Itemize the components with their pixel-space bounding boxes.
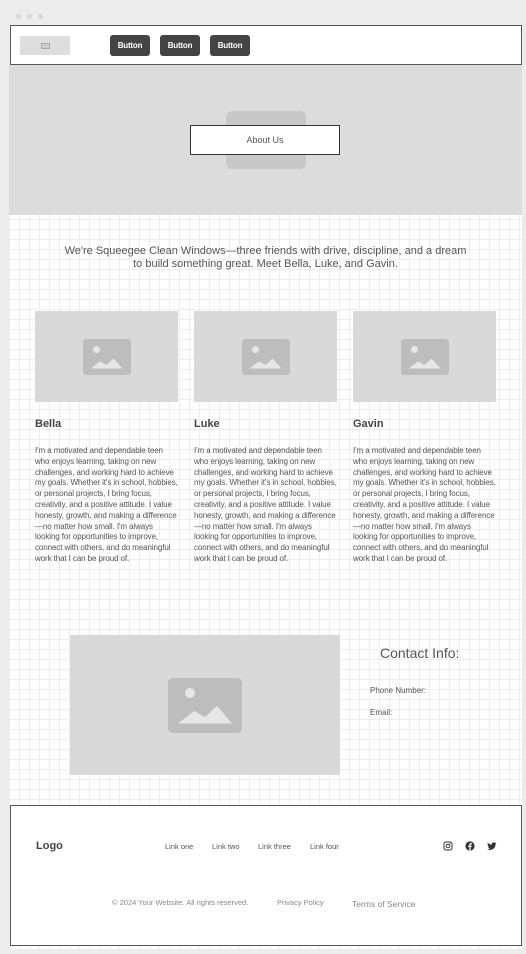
image-icon [241, 338, 290, 375]
phone-label: Phone Number: [370, 686, 427, 695]
instagram-icon[interactable] [443, 841, 453, 851]
nav-button-2[interactable]: Button [160, 35, 200, 56]
hero-section: About Us [9, 65, 522, 215]
team-card-luke: Luke I'm a motivated and dependable teen… [194, 311, 337, 565]
window-chrome [9, 9, 522, 25]
team-photo-placeholder [194, 311, 337, 402]
navbar: Button Button Button [10, 25, 522, 65]
terms-of-service-link[interactable]: Terms of Service [352, 899, 415, 909]
footer-logo[interactable]: Logo [36, 840, 63, 852]
contact-title: Contact Info: [380, 645, 460, 661]
image-icon [40, 42, 50, 49]
image-icon [168, 677, 242, 733]
twitter-icon[interactable] [487, 841, 497, 851]
team-member-name: Bella [35, 418, 62, 430]
image-icon [82, 338, 131, 375]
facebook-icon[interactable] [465, 841, 475, 851]
footer-link-two[interactable]: Link two [212, 842, 240, 851]
team-member-name: Gavin [353, 418, 384, 430]
logo-placeholder[interactable] [20, 36, 70, 55]
team-photo-placeholder [353, 311, 496, 402]
team-member-bio: I'm a motivated and dependable teen who … [35, 446, 178, 563]
footer-link-three[interactable]: Link three [258, 842, 291, 851]
footer: Logo Link one Link two Link three Link f… [10, 805, 522, 946]
copyright-text: © 2024 Your Website. All rights reserved… [112, 898, 249, 907]
contact-image-placeholder [70, 635, 340, 775]
window-dot-close[interactable] [16, 14, 21, 19]
hero-title: About Us [190, 125, 340, 155]
team-card-gavin: Gavin I'm a motivated and dependable tee… [353, 311, 496, 565]
team-card-bella: Bella I'm a motivated and dependable tee… [35, 311, 178, 565]
intro-text: We're Squeegee Clean Windows—three frien… [64, 245, 467, 270]
privacy-policy-link[interactable]: Privacy Policy [277, 898, 324, 907]
footer-link-four[interactable]: Link four [310, 842, 339, 851]
page-frame: Button Button Button About Us We're Sque… [9, 9, 522, 949]
team-photo-placeholder [35, 311, 178, 402]
nav-button-3[interactable]: Button [210, 35, 250, 56]
team-member-bio: I'm a motivated and dependable teen who … [353, 446, 496, 563]
footer-link-one[interactable]: Link one [165, 842, 193, 851]
image-icon [400, 338, 449, 375]
nav-button-1[interactable]: Button [110, 35, 150, 56]
team-member-name: Luke [194, 418, 220, 430]
window-dot-minimize[interactable] [27, 14, 32, 19]
window-dot-maximize[interactable] [38, 14, 43, 19]
team-member-bio: I'm a motivated and dependable teen who … [194, 446, 337, 563]
email-label: Email: [370, 708, 393, 717]
